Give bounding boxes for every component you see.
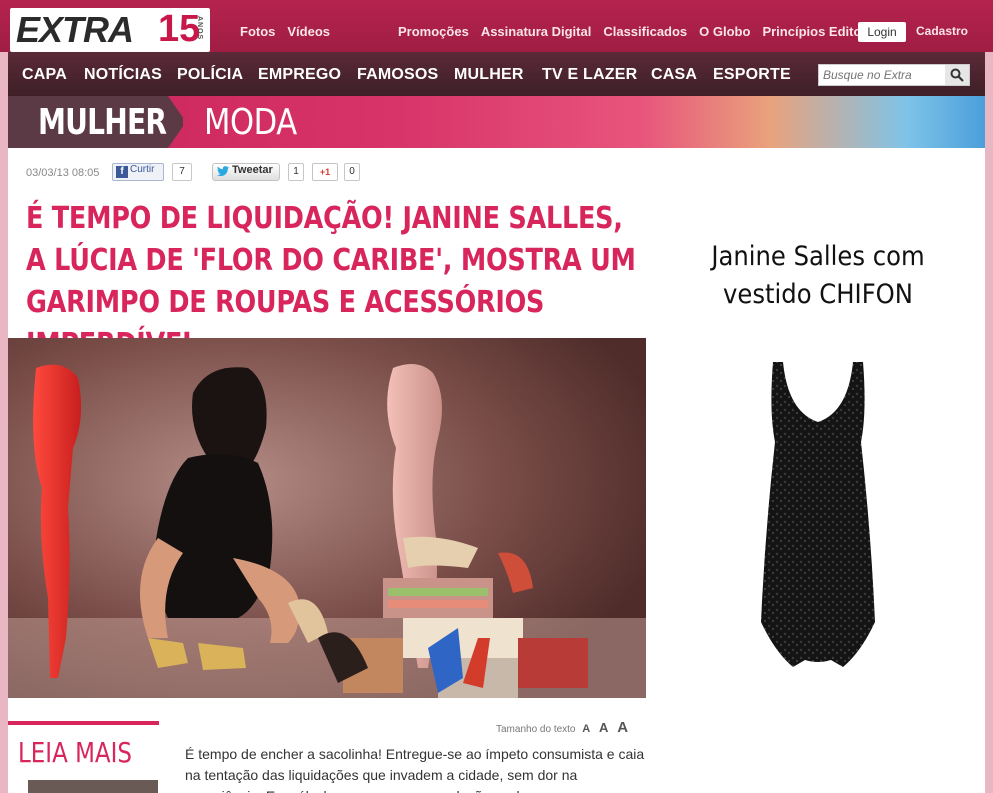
link-videos[interactable]: Vídeos: [287, 24, 330, 39]
link-fotos[interactable]: Fotos: [240, 24, 275, 39]
nav-item-noticias[interactable]: NOTÍCIAS: [84, 66, 162, 84]
article-photo: [8, 338, 646, 698]
gplus-button[interactable]: +1: [312, 163, 338, 181]
login-button[interactable]: Login: [858, 22, 906, 42]
article-date: 03/03/13 08:05: [26, 167, 100, 179]
text-size-label: Tamanho do texto: [496, 724, 576, 735]
dress-image: [761, 362, 875, 667]
nav-item-tv-e-lazer[interactable]: TV E LAZER: [542, 66, 637, 84]
text-size-control: Tamanho do texto A A A: [496, 719, 628, 736]
text-size-large[interactable]: A: [617, 719, 628, 736]
link-assinatura-digital[interactable]: Assinatura Digital: [481, 24, 592, 39]
photo-illustration: [8, 338, 646, 698]
extra-logo[interactable]: EXTRA 15 ANOS: [10, 8, 210, 52]
logo-anniversary-label: ANOS: [196, 16, 203, 41]
search-icon: [950, 68, 964, 82]
main-nav: CAPA NOTÍCIAS POLÍCIA EMPREGO FAMOSOS MU…: [8, 52, 985, 96]
nav-item-famosos[interactable]: FAMOSOS: [357, 66, 438, 84]
nav-item-capa[interactable]: CAPA: [22, 66, 67, 84]
text-size-small[interactable]: A: [582, 723, 590, 735]
section-child-label[interactable]: MODA: [204, 102, 297, 143]
gplus-count: 0: [344, 163, 360, 181]
read-more-heading: LEIA MAIS: [18, 736, 132, 769]
top-service-links: Promoções Assinatura Digital Classificados…: [398, 24, 900, 39]
search-button[interactable]: [945, 65, 969, 85]
search-input[interactable]: [819, 65, 945, 85]
text-size-medium[interactable]: A: [599, 720, 608, 735]
facebook-like-label: Curtir: [130, 164, 155, 175]
section-parent-tab[interactable]: MULHER: [8, 96, 183, 148]
section-banner: MULHER MODA: [8, 96, 985, 148]
logo-anniversary: 15: [158, 8, 201, 50]
tweet-label: Tweetar: [232, 164, 273, 176]
top-media-links: Fotos Vídeos: [240, 24, 342, 39]
top-bar: EXTRA 15 ANOS Fotos Vídeos Promoções Assin…: [0, 0, 993, 52]
nav-item-mulher[interactable]: MULHER: [454, 66, 524, 84]
article-body: É tempo de encher a sacolinha! Entregue-…: [185, 746, 645, 793]
article-container: 03/03/13 08:05 f Curtir 7 Tweetar 1 +1 0 …: [8, 148, 985, 793]
ad-title: Janine Salles com vestido CHIFON: [679, 238, 958, 314]
read-more-thumbnail[interactable]: [28, 780, 158, 793]
ad-banner[interactable]: Janine Salles com vestido CHIFON: [663, 232, 973, 702]
ad-title-line1: Janine Salles com: [711, 241, 925, 272]
read-more-bar: [8, 721, 159, 725]
search-box: [818, 64, 970, 86]
nav-item-esporte[interactable]: ESPORTE: [713, 66, 791, 84]
section-parent-label: MULHER: [38, 102, 167, 143]
tweet-count: 1: [288, 163, 304, 181]
signup-link[interactable]: Cadastro: [916, 24, 968, 38]
nav-item-casa[interactable]: CASA: [651, 66, 697, 84]
nav-item-emprego[interactable]: EMPREGO: [258, 66, 341, 84]
ad-title-line2: vestido CHIFON: [723, 279, 913, 310]
nav-item-policia[interactable]: POLÍCIA: [177, 66, 243, 84]
link-o-globo[interactable]: O Globo: [699, 24, 750, 39]
tweet-button[interactable]: Tweetar: [212, 163, 280, 181]
facebook-icon: f: [116, 166, 128, 178]
twitter-bird-icon: [217, 166, 229, 177]
facebook-like-count: 7: [172, 163, 192, 181]
link-classificados[interactable]: Classificados: [603, 24, 687, 39]
link-promocoes[interactable]: Promoções: [398, 24, 469, 39]
facebook-like-button[interactable]: f Curtir: [112, 163, 164, 181]
logo-wordmark: EXTRA: [16, 9, 134, 50]
